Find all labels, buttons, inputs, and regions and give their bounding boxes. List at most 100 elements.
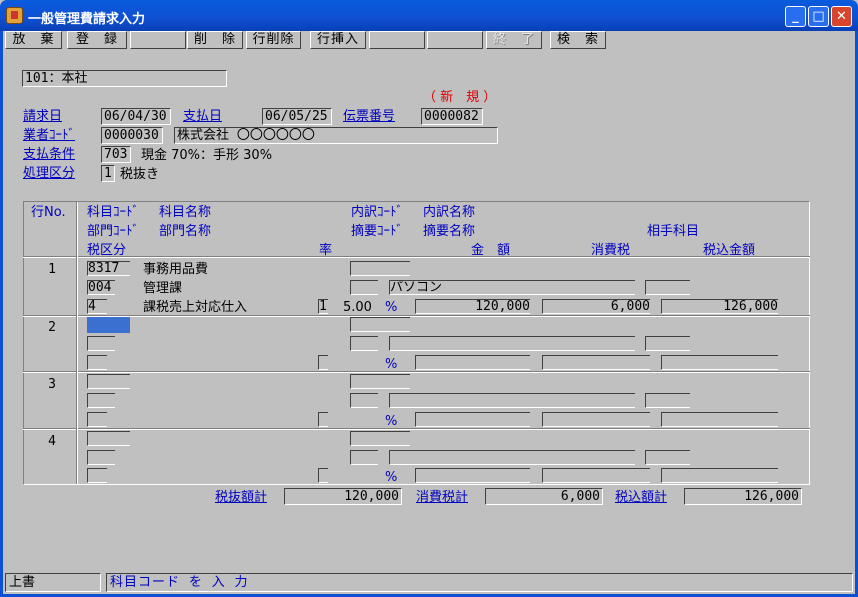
- pay-date-field[interactable]: 06/05/25: [262, 108, 332, 125]
- vendor-name-field: 株式会社 〇〇〇〇〇〇: [174, 127, 498, 144]
- col-dept-code: 部門ｺｰﾄﾞ: [87, 224, 140, 239]
- col-acct-name: 科目名称: [159, 205, 212, 220]
- delete-button[interactable]: 削 除: [187, 31, 243, 49]
- amount-cell[interactable]: [415, 468, 530, 483]
- percent-sign: %: [385, 300, 398, 315]
- invoice-date-field[interactable]: 06/04/30: [101, 108, 171, 125]
- pay-terms-code-field[interactable]: 703: [101, 146, 131, 163]
- search-button[interactable]: 検 索: [550, 31, 606, 49]
- counter-acct-cell[interactable]: [645, 450, 690, 465]
- memo-code-cell[interactable]: [350, 336, 378, 351]
- process-class-field[interactable]: 1: [101, 165, 115, 182]
- total-cell[interactable]: 126,000: [661, 299, 778, 314]
- title-bar: 一般管理費請求入力 _ □ ✕: [0, 0, 858, 31]
- sub-code-cell[interactable]: [350, 431, 410, 446]
- col-dept-name: 部門名称: [159, 224, 212, 239]
- col-tax-class: 税区分: [87, 243, 127, 258]
- tax-class-cell[interactable]: [87, 468, 107, 483]
- slip-no-field[interactable]: 0000082: [421, 108, 483, 125]
- tax-cell[interactable]: [542, 412, 650, 427]
- tax-class-cell[interactable]: [87, 355, 107, 370]
- memo-name-cell[interactable]: [389, 336, 635, 351]
- total-cell[interactable]: [661, 468, 778, 483]
- gross-total-field: 126,000: [684, 488, 802, 505]
- memo-code-cell[interactable]: [350, 450, 378, 465]
- pay-date-link[interactable]: 支払日: [183, 109, 222, 124]
- amount-cell[interactable]: 120,000: [415, 299, 530, 314]
- slip-no-link[interactable]: 伝票番号: [343, 109, 395, 124]
- gross-total-link[interactable]: 税込額計: [615, 490, 667, 505]
- row-number: 1: [48, 262, 56, 277]
- col-counter-acct: 相手科目: [647, 224, 700, 239]
- grid-divider: [23, 371, 810, 373]
- dept-code-cell[interactable]: [87, 393, 115, 408]
- blank-key-8[interactable]: [427, 31, 483, 49]
- exit-button[interactable]: 終 了: [486, 31, 542, 49]
- discard-button[interactable]: 放 棄: [5, 31, 62, 49]
- col-tax: 消費税: [591, 243, 631, 258]
- col-memo-name: 摘要名称: [423, 224, 476, 239]
- memo-name-cell[interactable]: パソコン: [389, 280, 635, 295]
- counter-acct-cell[interactable]: [645, 336, 690, 351]
- net-total-field: 120,000: [284, 488, 402, 505]
- acct-code-cell[interactable]: 8317: [87, 261, 130, 276]
- blank-key-3[interactable]: [130, 31, 186, 49]
- tax-class-text: 課税売上対応仕入: [143, 300, 248, 315]
- tax-cell[interactable]: 6,000: [542, 299, 650, 314]
- message-status: 科目コード を 入 力: [106, 573, 853, 592]
- rate-code-cell[interactable]: [318, 412, 328, 427]
- acct-name-text: 事務用品費: [143, 262, 209, 277]
- vendor-code-link[interactable]: 業者ｺｰﾄﾞ: [23, 128, 75, 143]
- process-class-link[interactable]: 処理区分: [23, 166, 75, 181]
- rate-code-cell[interactable]: [318, 468, 328, 483]
- register-button[interactable]: 登 録: [67, 31, 127, 49]
- delete-row-button[interactable]: 行削除: [246, 31, 301, 49]
- counter-acct-cell[interactable]: [645, 393, 690, 408]
- vendor-code-field[interactable]: 0000030: [101, 127, 163, 144]
- maximize-button[interactable]: □: [808, 6, 829, 27]
- sub-code-cell[interactable]: [350, 261, 410, 276]
- percent-sign: %: [385, 414, 398, 429]
- blank-key-7[interactable]: [369, 31, 425, 49]
- col-memo-code: 摘要ｺｰﾄﾞ: [351, 224, 404, 239]
- dept-code-cell[interactable]: [87, 336, 115, 351]
- memo-name-cell[interactable]: [389, 450, 635, 465]
- close-button[interactable]: ✕: [831, 6, 852, 27]
- tax-cell[interactable]: [542, 355, 650, 370]
- amount-cell[interactable]: [415, 412, 530, 427]
- tax-total-link[interactable]: 消費税計: [416, 490, 468, 505]
- acct-code-cell[interactable]: [87, 374, 130, 389]
- rate-code-cell[interactable]: 1: [318, 299, 328, 314]
- sub-code-cell[interactable]: [350, 374, 410, 389]
- company-field[interactable]: 101：本社: [22, 70, 227, 87]
- memo-code-cell[interactable]: [350, 280, 378, 295]
- col-sub-code: 内訳ｺｰﾄﾞ: [351, 205, 404, 220]
- process-class-text: 税抜き: [120, 167, 160, 182]
- row-number: 4: [48, 434, 56, 449]
- total-cell[interactable]: [661, 412, 778, 427]
- app-icon: [6, 7, 23, 24]
- tax-class-cell[interactable]: [87, 412, 107, 427]
- minimize-button[interactable]: _: [785, 6, 806, 27]
- net-total-link[interactable]: 税抜額計: [215, 490, 267, 505]
- col-row-no: 行No.: [31, 205, 66, 220]
- acct-code-cell-active[interactable]: [87, 317, 130, 333]
- tax-cell[interactable]: [542, 468, 650, 483]
- acct-code-cell[interactable]: [87, 431, 130, 446]
- total-cell[interactable]: [661, 355, 778, 370]
- memo-code-cell[interactable]: [350, 393, 378, 408]
- dept-name-text: 管理課: [143, 281, 183, 296]
- invoice-date-link[interactable]: 請求日: [23, 109, 62, 124]
- col-sub-name: 内訳名称: [423, 205, 476, 220]
- pay-terms-link[interactable]: 支払条件: [23, 147, 75, 162]
- dept-code-cell[interactable]: [87, 450, 115, 465]
- insert-row-button[interactable]: 行挿入: [310, 31, 366, 49]
- amount-cell[interactable]: [415, 355, 530, 370]
- tax-class-cell[interactable]: 4: [87, 299, 107, 314]
- counter-acct-cell[interactable]: [645, 280, 690, 295]
- memo-name-cell[interactable]: [389, 393, 635, 408]
- pay-terms-text: 現金 70%：手形 30%: [141, 148, 273, 163]
- dept-code-cell[interactable]: 004: [87, 280, 115, 295]
- rate-code-cell[interactable]: [318, 355, 328, 370]
- sub-code-cell[interactable]: [350, 317, 410, 332]
